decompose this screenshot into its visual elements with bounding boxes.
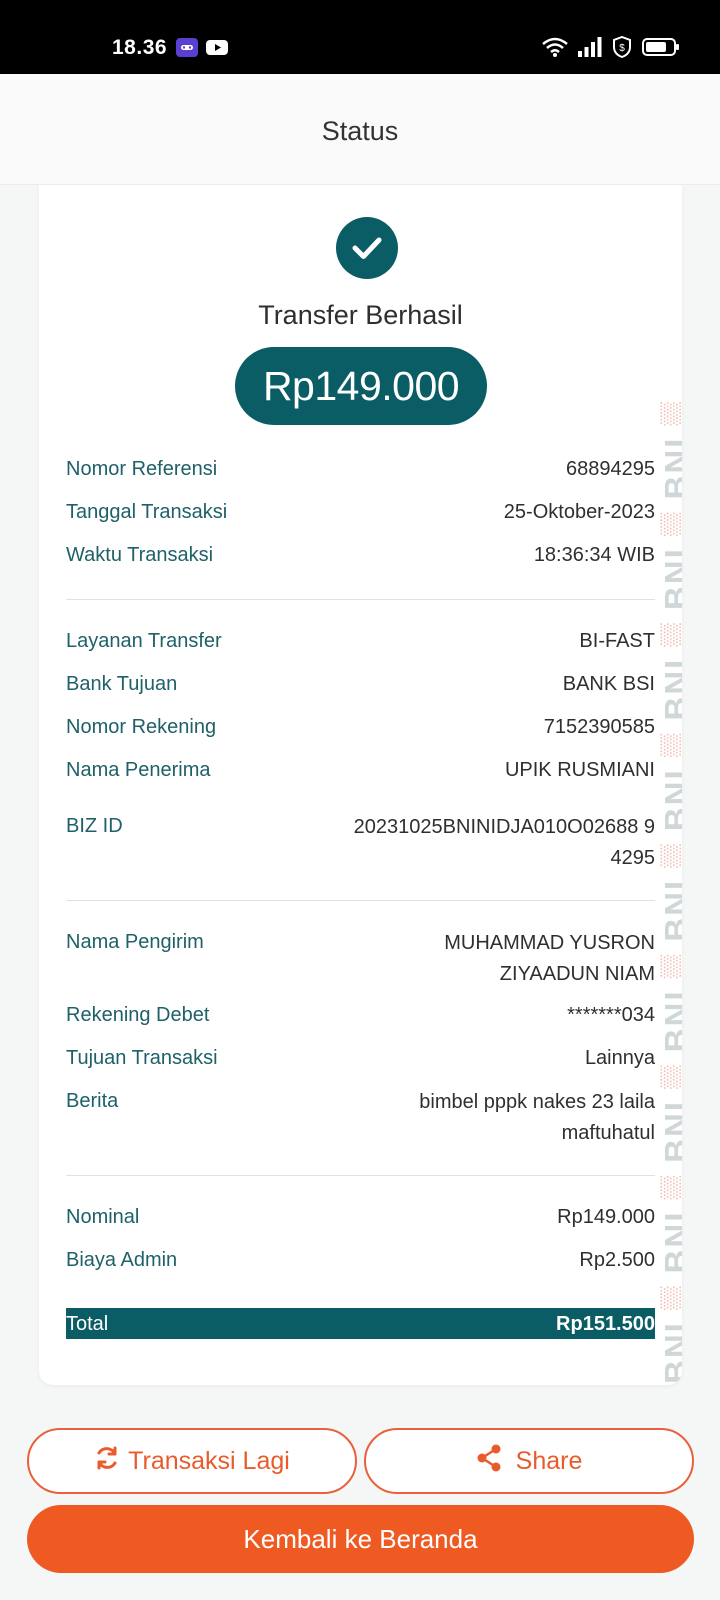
share-button[interactable]: Share <box>364 1428 694 1494</box>
detail-label: BIZ ID <box>66 815 123 837</box>
detail-value: BI-FAST <box>579 630 655 652</box>
watermark-word: BNI <box>658 989 682 1053</box>
detail-label: Berita <box>66 1090 119 1112</box>
detail-label: Waktu Transaksi <box>66 544 214 566</box>
status-time: 18.36 <box>112 36 168 59</box>
detail-label: Nomor Rekening <box>66 716 217 738</box>
detail-label: Biaya Admin <box>66 1249 178 1271</box>
watermark-stripe-icon: ▒ <box>658 1063 682 1089</box>
success-check-icon <box>336 217 398 279</box>
refresh-icon <box>94 1445 120 1478</box>
detail-value: Lainnya <box>584 1047 655 1069</box>
watermark-word: BNI <box>658 657 682 721</box>
security-shield-icon: $ <box>612 35 632 63</box>
watermark-stripe-icon: ▒ <box>658 400 682 426</box>
wifi-icon <box>542 37 568 62</box>
detail-label: Nomor Referensi <box>66 458 218 480</box>
detail-value: 7152390585 <box>543 716 655 738</box>
detail-label: Tanggal Transaksi <box>66 501 228 523</box>
status-bar: 18.36 $ <box>0 0 720 74</box>
total-row: Total Rp151.500 <box>66 1308 655 1339</box>
detail-value: 20231025BNINIDJA010O02688 94295 <box>353 816 655 869</box>
divider <box>66 599 655 600</box>
watermark-stripe-icon: ▒ <box>658 510 682 537</box>
detail-label: Nominal <box>66 1206 140 1228</box>
detail-value: 68894295 <box>566 458 655 480</box>
transaction-again-label: Transaksi Lagi <box>128 1446 290 1475</box>
watermark-stripe-icon: ▒ <box>658 1174 682 1200</box>
watermark-word: BNI <box>658 768 682 832</box>
transfer-amount: Rp149.000 <box>235 347 487 425</box>
detail-value: bimbel pppk nakes 23 laila maftuhatul <box>419 1091 655 1144</box>
watermark-word: BNI <box>658 1100 682 1163</box>
watermark-stripe-icon: ▒ <box>658 621 682 647</box>
watermark-word: BNI <box>658 1321 682 1384</box>
total-label: Total <box>66 1313 109 1335</box>
share-label: Share <box>515 1446 583 1475</box>
back-to-home-button[interactable]: Kembali ke Beranda <box>27 1505 694 1573</box>
share-icon <box>476 1444 502 1479</box>
watermark-stripe-icon: ▒ <box>658 842 682 868</box>
app-header: Status <box>0 74 720 185</box>
battery-icon <box>642 37 680 62</box>
watermark-word: BNI <box>658 1210 682 1274</box>
receipt-card: BNI ▒ BNI ▒ BNI ▒ BNI ▒ BNI ▒ BNI ▒ BNI … <box>39 185 682 1385</box>
transaction-again-button[interactable]: Transaksi Lagi <box>27 1428 357 1494</box>
watermark-stripe-icon: ▒ <box>658 731 682 758</box>
detail-label: Tujuan Transaksi <box>66 1047 218 1069</box>
watermark-word: BNI <box>658 878 682 942</box>
signal-icon <box>578 37 602 62</box>
detail-value: Rp2.500 <box>579 1249 655 1271</box>
detail-label: Layanan Transfer <box>66 630 222 652</box>
watermark-stripe-icon: ▒ <box>658 952 682 979</box>
watermark-word: BNI <box>658 436 682 500</box>
detail-value: MUHAMMAD YUSRON ZIYAADUN NIAM <box>444 932 655 985</box>
page-title: Status <box>321 116 399 146</box>
divider <box>66 900 655 901</box>
detail-value: BANK BSI <box>562 673 655 695</box>
detail-label: Rekening Debet <box>66 1004 210 1026</box>
watermark-word: BNI <box>658 547 682 611</box>
svg-text:$: $ <box>619 43 625 54</box>
detail-label: Nama Pengirim <box>66 931 204 953</box>
detail-value: 18:36:34 WIB <box>533 544 655 566</box>
divider <box>66 1175 655 1176</box>
total-value: Rp151.500 <box>556 1313 655 1335</box>
status-title: Transfer Berhasil <box>258 300 463 330</box>
detail-value: 25-Oktober-2023 <box>503 501 655 523</box>
detail-value: *******034 <box>567 1004 655 1026</box>
detail-label: Bank Tujuan <box>66 673 178 695</box>
detail-label: Nama Penerima <box>66 759 211 781</box>
detail-value: UPIK RUSMIANI <box>504 759 655 781</box>
youtube-notification-icon <box>206 38 228 62</box>
watermark-stripe-icon: ▒ <box>658 1284 682 1310</box>
detail-value: Rp149.000 <box>557 1206 655 1228</box>
game-notification-icon <box>176 38 198 62</box>
bni-watermark: BNI ▒ BNI ▒ BNI ▒ BNI ▒ BNI ▒ BNI ▒ BNI … <box>657 199 682 1384</box>
